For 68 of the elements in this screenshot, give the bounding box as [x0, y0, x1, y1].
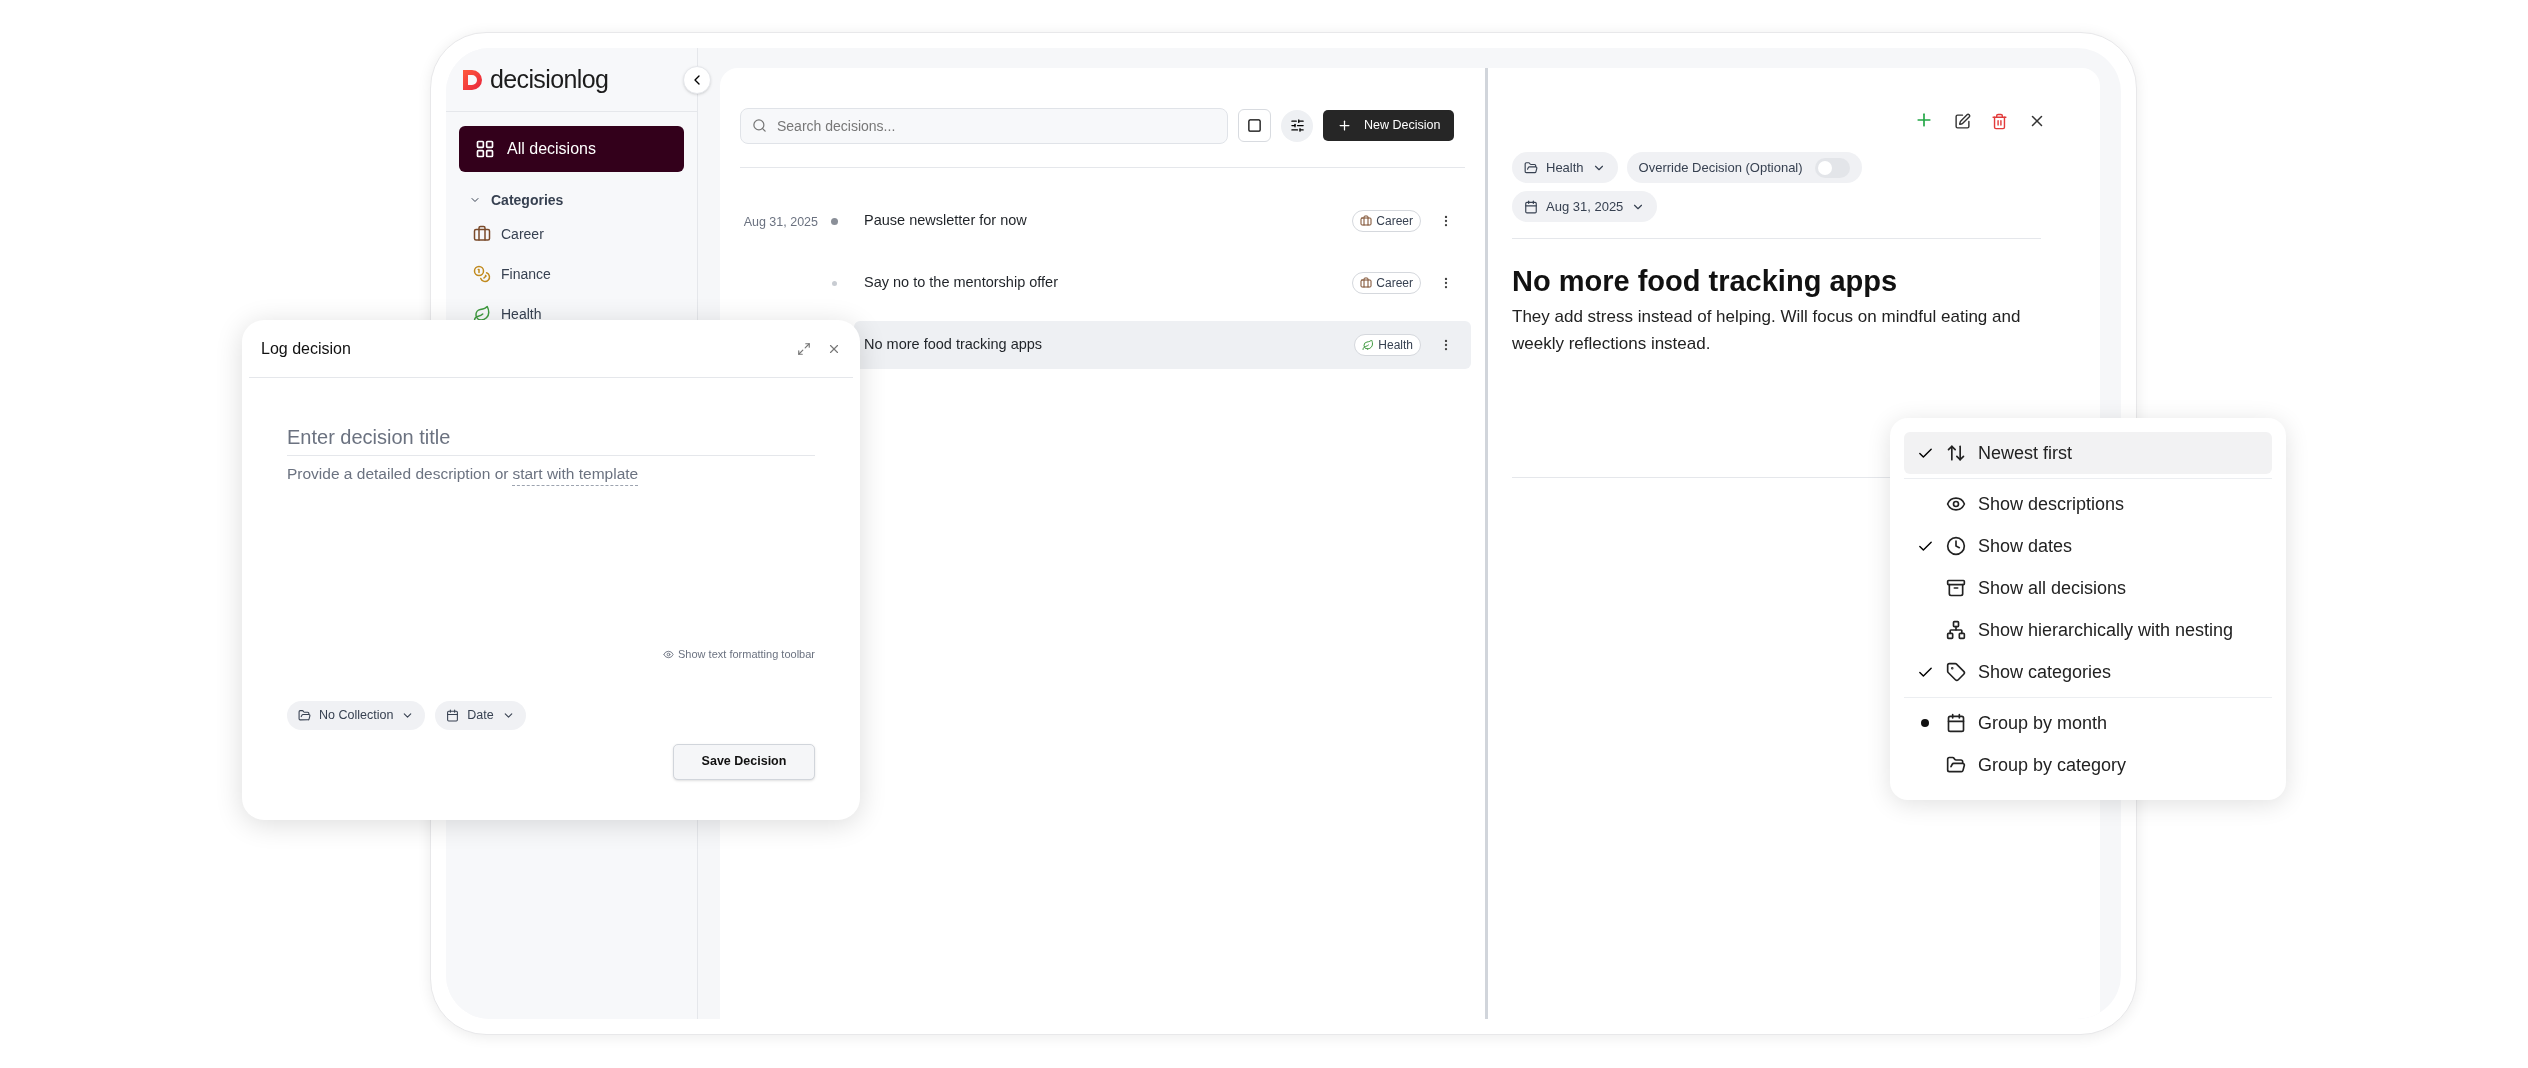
eye-icon: [663, 649, 675, 660]
folder-icon: [1524, 160, 1538, 175]
date-select[interactable]: Aug 31, 2025: [1512, 191, 1658, 222]
eye-icon: [1946, 494, 1966, 514]
logo-icon: [460, 67, 484, 92]
formatting-toolbar-toggle[interactable]: Show text formatting toolbar: [663, 646, 815, 663]
category-item[interactable]: Career: [501, 223, 544, 245]
dialog-title: Log decision: [261, 338, 351, 359]
coins-icon: [473, 265, 491, 283]
briefcase-icon: [473, 225, 491, 243]
folder-icon: [1946, 755, 1966, 775]
clock-icon: [1946, 536, 1966, 556]
menu-item[interactable]: Group by category: [1904, 744, 2272, 786]
brand-name: decisionlog: [490, 63, 609, 95]
save-decision-button[interactable]: Save Decision: [673, 743, 815, 780]
menu-item[interactable]: Show hierarchically with nesting: [1904, 609, 2272, 651]
calendar-icon: [1524, 199, 1538, 214]
menu-item[interactable]: Show categories: [1904, 651, 2272, 693]
template-link[interactable]: start with template: [512, 462, 639, 487]
edit-icon[interactable]: [1954, 113, 1971, 130]
briefcase-icon: [1360, 215, 1373, 227]
calendar-icon: [1946, 713, 1966, 733]
categories-toggle[interactable]: Categories: [459, 186, 684, 214]
leaf-icon: [473, 305, 491, 323]
date-select[interactable]: Date: [435, 700, 526, 730]
menu-item[interactable]: Show all decisions: [1904, 567, 2272, 609]
menu-item[interactable]: Newest first: [1904, 432, 2272, 474]
category-badge: Career: [1352, 210, 1421, 232]
search-icon: [752, 117, 767, 133]
plus-icon: [1337, 118, 1352, 133]
nav-item[interactable]: All decisions: [459, 126, 684, 172]
decision-title: Say no to the mentorship offer: [864, 273, 1059, 293]
delete-icon[interactable]: [1991, 113, 2008, 130]
folder-icon: [298, 708, 311, 722]
square-icon: [1247, 118, 1262, 133]
briefcase-icon: [1360, 277, 1373, 289]
decision-description: They add stress instead of helping. Will focus on mindful eating and weekly reflections instead.: [1512, 306, 2022, 355]
category-select[interactable]: Health: [1512, 152, 1618, 183]
collection-select[interactable]: No Collection: [287, 700, 426, 730]
menu-item[interactable]: Group by month: [1904, 702, 2272, 744]
decision-row[interactable]: No more food tracking apps Health: [854, 321, 1471, 369]
grid-icon: [475, 139, 495, 159]
new-decision-button[interactable]: New Decision: [1323, 110, 1455, 141]
sort-icon: [1946, 443, 1966, 463]
decision-date: Aug 31, 2025: [743, 215, 818, 229]
decision-heading: No more food tracking apps: [1512, 264, 1899, 299]
search-field[interactable]: Search decisions...: [740, 107, 1228, 144]
category-item[interactable]: Finance: [501, 263, 551, 285]
archive-icon: [1946, 578, 1966, 598]
category-badge: Career: [1352, 272, 1421, 294]
tag-icon: [1946, 662, 1966, 682]
select-toggle-button[interactable]: [1238, 109, 1271, 142]
collapse-sidebar-button[interactable]: [683, 66, 711, 94]
filter-button[interactable]: [1281, 109, 1313, 142]
sliders-icon: [1289, 118, 1305, 133]
title-field[interactable]: Enter decision title: [287, 420, 815, 456]
calendar-icon: [446, 708, 460, 722]
override-label: Override Decision (Optional): [1638, 158, 1803, 177]
category-badge: Health: [1354, 334, 1421, 356]
menu-item[interactable]: Show descriptions: [1904, 483, 2272, 525]
expand-icon[interactable]: [797, 341, 811, 356]
menu-item[interactable]: Show dates: [1904, 525, 2272, 567]
description-prompt: Provide a detailed description or: [287, 464, 509, 484]
hierarchy-icon: [1946, 620, 1966, 640]
override-toggle[interactable]: [1814, 157, 1850, 178]
leaf-icon: [1362, 339, 1375, 351]
decision-title: No more food tracking apps: [864, 335, 1044, 355]
decision-title: Pause newsletter for now: [864, 211, 1028, 231]
